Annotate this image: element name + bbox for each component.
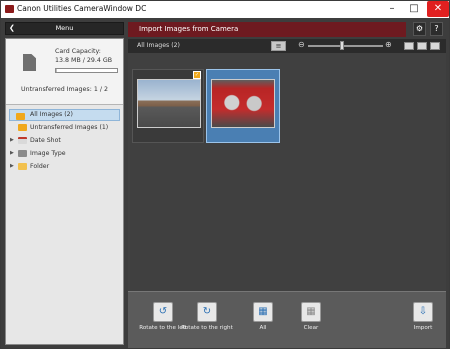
tree-item-label: Folder: [30, 163, 50, 170]
untransferred-count: Untransferred Images: 1 / 2: [21, 86, 108, 93]
select-all-icon: ▦: [253, 302, 273, 322]
window-title: Canon Utilities CameraWindow DC: [17, 4, 147, 13]
menu-label: Menu: [55, 24, 74, 32]
minimize-icon[interactable]: –: [382, 1, 402, 17]
import-icon: ⇩: [413, 302, 433, 322]
close-icon[interactable]: ✕: [427, 1, 449, 17]
back-arrow-icon: ❮: [9, 24, 15, 32]
calendar-icon: [18, 137, 27, 144]
image-thumbnail[interactable]: ✓: [132, 69, 204, 143]
zoom-slider[interactable]: [308, 45, 383, 47]
tree-item-image-type[interactable]: ▶ Image Type: [6, 147, 123, 160]
card-capacity-label: Card Capacity:: [55, 48, 101, 55]
image-type-icon: [18, 150, 27, 157]
rotate-right-button[interactable]: ↻ Rotate to the right: [181, 302, 233, 332]
action-bar: ↺ Rotate to the left ↻ Rotate to the rig…: [128, 291, 446, 348]
list-view-icon[interactable]: ≡: [271, 41, 286, 51]
import-label: Import: [413, 325, 433, 331]
menu-button[interactable]: ❮ Menu: [5, 22, 124, 35]
clear-selection-icon: ▦: [301, 302, 321, 322]
help-icon[interactable]: ?: [430, 22, 443, 36]
expand-arrow-icon[interactable]: ▶: [10, 160, 14, 173]
current-filter-label: All Images (2): [137, 42, 180, 49]
select-all-label: All: [259, 325, 267, 331]
grid-view-icon[interactable]: [404, 42, 414, 50]
expand-arrow-icon[interactable]: ▶: [10, 134, 14, 147]
full-view-icon[interactable]: [430, 42, 440, 50]
single-view-icon[interactable]: [417, 42, 427, 50]
photo-red-machine: [211, 79, 275, 128]
folder-icon: [18, 163, 27, 170]
rotate-left-icon: ↺: [153, 302, 173, 322]
zoom-out-icon[interactable]: ⊖: [298, 40, 305, 49]
thumbnail-grid: ✓: [128, 53, 446, 291]
memory-card-icon: [23, 54, 36, 71]
clear-selection-label: Clear: [303, 325, 319, 331]
tree-item-label: Untransferred Images (1): [30, 124, 109, 131]
photo-desert-road: [137, 79, 201, 128]
untransferred-badge-icon: ✓: [193, 71, 201, 79]
view-toolbar: All Images (2) ≡ ⊖ ⊕: [128, 39, 446, 53]
image-thumbnail[interactable]: [206, 69, 280, 143]
maximize-icon[interactable]: □: [404, 1, 424, 17]
import-button[interactable]: ⇩ Import: [397, 302, 449, 332]
tree-item-label: Date Shot: [30, 137, 61, 144]
zoom-slider-thumb[interactable]: [339, 41, 344, 50]
zoom-in-icon[interactable]: ⊕: [385, 40, 392, 49]
tree-item-label: Image Type: [30, 150, 66, 157]
page-title: Import Images from Camera: [128, 22, 406, 37]
tree-item-all-images[interactable]: All Images (2): [9, 109, 120, 121]
rotate-right-label: Rotate to the right: [181, 325, 233, 331]
select-all-button[interactable]: ▦ All: [237, 302, 289, 332]
tree-item-folder[interactable]: ▶ Folder: [6, 160, 123, 173]
tree-item-label: All Images (2): [30, 111, 73, 118]
sidebar: Card Capacity: 13.8 MB / 29.4 GB Untrans…: [5, 38, 124, 345]
capacity-bar: [55, 68, 118, 73]
expand-arrow-icon[interactable]: ▶: [10, 147, 14, 160]
title-bar: Canon Utilities CameraWindow DC – □ ✕: [1, 1, 449, 18]
app-icon: [5, 5, 14, 13]
tree-item-date-shot[interactable]: ▶ Date Shot: [6, 134, 123, 147]
all-images-icon: [16, 113, 25, 120]
settings-gear-icon[interactable]: ⚙: [413, 22, 426, 36]
card-capacity-value: 13.8 MB / 29.4 GB: [55, 57, 113, 64]
untransferred-icon: [18, 124, 27, 131]
app-window: Canon Utilities CameraWindow DC – □ ✕ ❮ …: [0, 0, 450, 349]
capacity-bar-fill: [56, 69, 57, 72]
rotate-right-icon: ↻: [197, 302, 217, 322]
main-area: ❮ Menu Card Capacity: 13.8 MB / 29.4 GB …: [1, 18, 449, 348]
image-filter-tree: All Images (2) Untransferred Images (1) …: [6, 109, 123, 173]
card-capacity-panel: Card Capacity: 13.8 MB / 29.4 GB Untrans…: [6, 39, 123, 105]
tree-item-untransferred[interactable]: Untransferred Images (1): [6, 121, 123, 134]
clear-selection-button[interactable]: ▦ Clear: [285, 302, 337, 332]
